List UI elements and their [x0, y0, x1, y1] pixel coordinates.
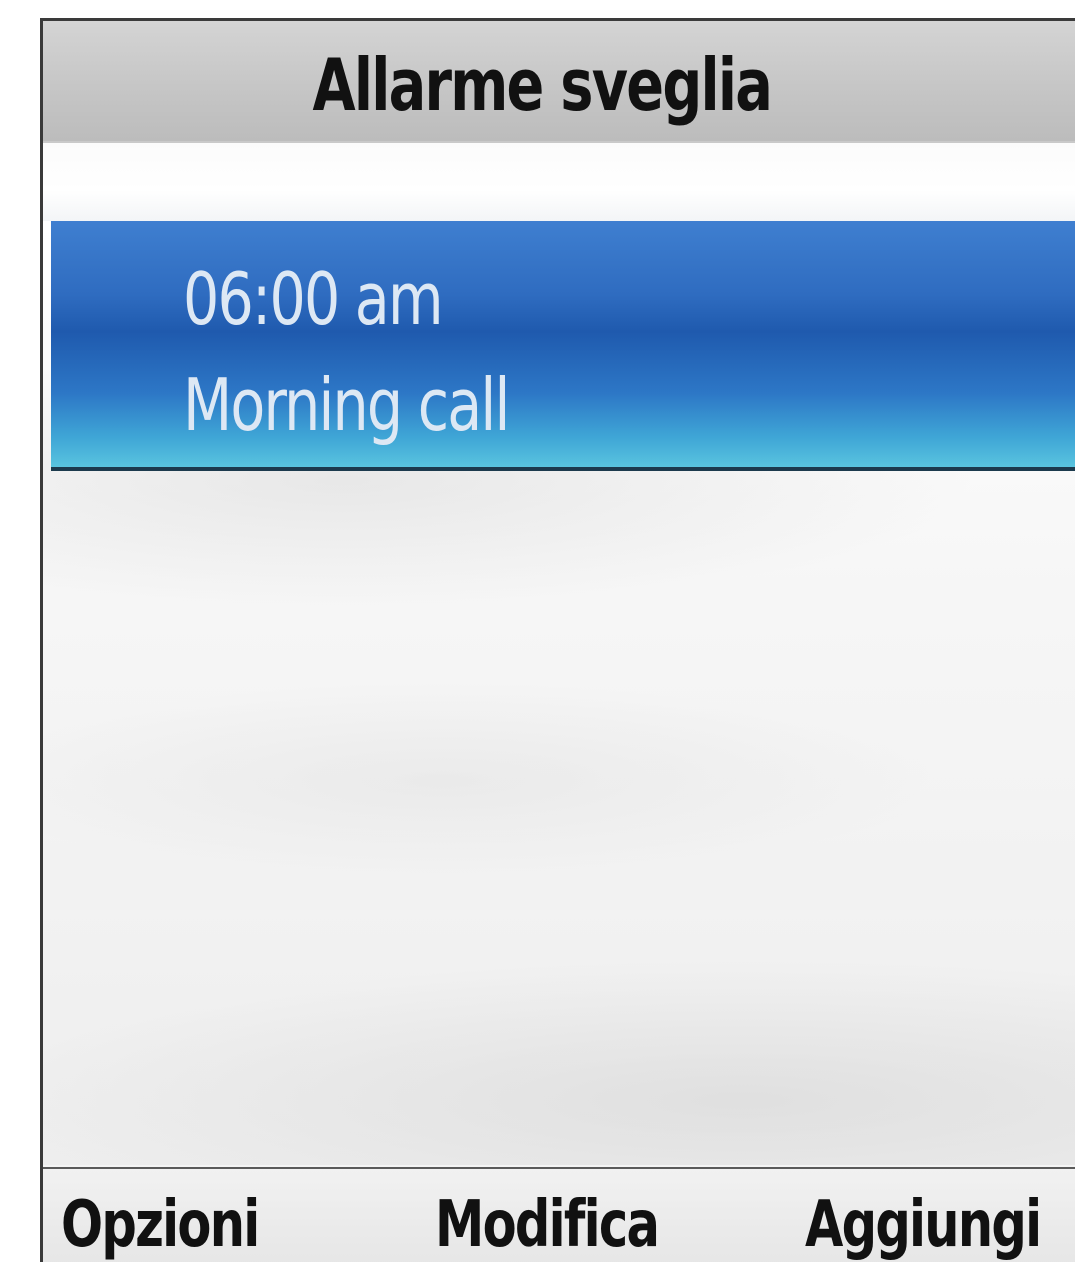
- edit-softkey[interactable]: Modifica: [435, 1193, 660, 1257]
- softkey-bar: Opzioni Modifica Aggiungi: [43, 1167, 1075, 1262]
- alarm-label: Morning call: [183, 363, 510, 447]
- phone-screen: Allarme sveglia 06:00 am Morning call Op…: [40, 18, 1075, 1262]
- add-softkey[interactable]: Aggiungi: [805, 1193, 1042, 1257]
- alarm-list-item-selected[interactable]: 06:00 am Morning call: [51, 221, 1075, 471]
- title-bar: Allarme sveglia: [43, 21, 1075, 143]
- alarm-time: 06:00 am: [183, 257, 443, 341]
- header-spacer: [43, 143, 1075, 221]
- screen-title: Allarme sveglia: [312, 43, 772, 127]
- options-softkey[interactable]: Opzioni: [61, 1193, 260, 1257]
